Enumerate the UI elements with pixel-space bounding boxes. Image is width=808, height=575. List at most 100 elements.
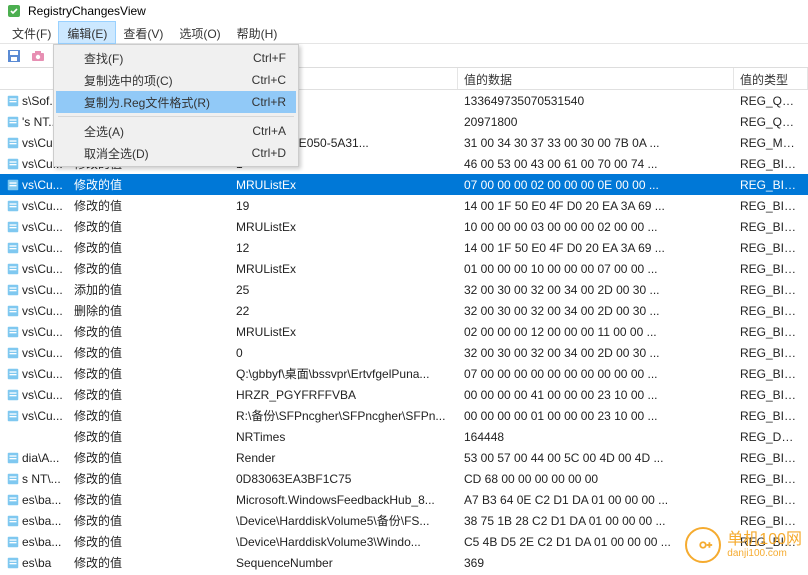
table-row[interactable]: vs\Cu...修改的值MRUListEx10 00 00 00 03 00 0… xyxy=(0,216,808,237)
cell-data: 46 00 53 00 43 00 61 00 70 00 74 ... xyxy=(458,157,734,171)
cell-path: es\ba... xyxy=(0,493,68,507)
save-icon[interactable] xyxy=(4,46,24,66)
cell-type: REG_BINARY xyxy=(734,199,808,213)
cell-name: SequenceNumber xyxy=(230,556,458,570)
cell-change: 修改的值 xyxy=(68,407,230,424)
menu-edit[interactable]: 编辑(E) xyxy=(59,22,115,43)
cell-type: REG_BINARY xyxy=(734,325,808,339)
table-row[interactable]: vs\Cu...修改的值Q:\gbbyf\桌面\bssvpr\ErtvfgelP… xyxy=(0,363,808,384)
cell-change: 修改的值 xyxy=(68,491,230,508)
cell-path: vs\Cu... xyxy=(0,283,68,297)
cell-path: vs\Cu... xyxy=(0,178,68,192)
cell-type: REG_BINARY xyxy=(734,304,808,318)
table-row[interactable]: vs\Cu...修改的值032 00 30 00 32 00 34 00 2D … xyxy=(0,342,808,363)
cell-change: 修改的值 xyxy=(68,386,230,403)
menu-view[interactable]: 查看(V) xyxy=(115,22,171,43)
watermark: 单机100网 danji100.com xyxy=(685,527,802,563)
cell-data: 07 00 00 00 02 00 00 00 0E 00 00 ... xyxy=(458,178,734,192)
cell-data: 20971800 xyxy=(458,115,734,129)
table-row[interactable]: vs\Cu...修改的值HRZR_PGYFRFFVBA00 00 00 00 4… xyxy=(0,384,808,405)
cell-path: dia\A... xyxy=(0,451,68,465)
cell-path: vs\Cu... xyxy=(0,367,68,381)
cell-path: vs\Cu... xyxy=(0,346,68,360)
cell-data: 31 00 34 30 37 33 00 30 00 7B 0A ... xyxy=(458,136,734,150)
table-row[interactable]: vs\Cu...修改的值1214 00 1F 50 E0 4F D0 20 EA… xyxy=(0,237,808,258)
cell-data: 38 75 1B 28 C2 D1 DA 01 00 00 00 ... xyxy=(458,514,734,528)
cell-data: 32 00 30 00 32 00 34 00 2D 00 30 ... xyxy=(458,283,734,297)
cell-path: s NT\... xyxy=(0,472,68,486)
cell-change: 修改的值 xyxy=(68,197,230,214)
menu-copy-as-reg[interactable]: 复制为.Reg文件格式(R) Ctrl+R xyxy=(56,91,296,113)
cell-data: 14 00 1F 50 E0 4F D0 20 EA 3A 69 ... xyxy=(458,199,734,213)
menu-find[interactable]: 查找(F) Ctrl+F xyxy=(56,47,296,69)
table-row[interactable]: vs\Cu...修改的值MRUListEx01 00 00 00 10 00 0… xyxy=(0,258,808,279)
cell-path: vs\Cu... xyxy=(0,325,68,339)
cell-type: REG_BINARY xyxy=(734,451,808,465)
titlebar: RegistryChangesView xyxy=(0,0,808,22)
cell-type: REG_BINARY xyxy=(734,472,808,486)
cell-path: vs\Cu... xyxy=(0,409,68,423)
app-title: RegistryChangesView xyxy=(28,4,146,18)
cell-name: NRTimes xyxy=(230,430,458,444)
table-row[interactable]: vs\Cu...修改的值MRUListEx02 00 00 00 12 00 0… xyxy=(0,321,808,342)
cell-data: CD 68 00 00 00 00 00 00 xyxy=(458,472,734,486)
cell-type: REG_BINARY xyxy=(734,346,808,360)
cell-name: Microsoft.WindowsFeedbackHub_8... xyxy=(230,493,458,507)
cell-type: REG_BINARY xyxy=(734,178,808,192)
cell-change: 修改的值 xyxy=(68,218,230,235)
cell-name: 25 xyxy=(230,283,458,297)
cell-path: vs\Cu... xyxy=(0,241,68,255)
table-row[interactable]: 修改的值NRTimes164448REG_DWORD xyxy=(0,426,808,447)
cell-type: REG_BINARY xyxy=(734,367,808,381)
cell-name: MRUListEx xyxy=(230,262,458,276)
cell-change: 修改的值 xyxy=(68,323,230,340)
menu-copy-selected[interactable]: 复制选中的项(C) Ctrl+C xyxy=(56,69,296,91)
watermark-text: 单机100网 danji100.com xyxy=(727,531,802,560)
cell-data: 164448 xyxy=(458,430,734,444)
cell-name: 22 xyxy=(230,304,458,318)
watermark-icon xyxy=(685,527,721,563)
cell-name: \Device\HarddiskVolume3\Windo... xyxy=(230,535,458,549)
cell-change: 修改的值 xyxy=(68,176,230,193)
cell-change: 修改的值 xyxy=(68,260,230,277)
cell-data: 32 00 30 00 32 00 34 00 2D 00 30 ... xyxy=(458,304,734,318)
menu-deselect-all[interactable]: 取消全选(D) Ctrl+D xyxy=(56,142,296,164)
table-row[interactable]: es\ba...修改的值Microsoft.WindowsFeedbackHub… xyxy=(0,489,808,510)
cell-data: 14 00 1F 50 E0 4F D0 20 EA 3A 69 ... xyxy=(458,241,734,255)
header-data[interactable]: 值的数据 xyxy=(458,68,734,89)
table-row[interactable]: s NT\...修改的值0D83063EA3BF1C75CD 68 00 00 … xyxy=(0,468,808,489)
cell-type: REG_QWORD xyxy=(734,115,808,129)
cell-type: REG_MULTI_SZ xyxy=(734,136,808,150)
cell-type: REG_BINARY xyxy=(734,514,808,528)
cell-data: 00 00 00 00 01 00 00 00 23 10 00 ... xyxy=(458,409,734,423)
cell-type: REG_BINARY xyxy=(734,157,808,171)
table-row[interactable]: vs\Cu...修改的值1914 00 1F 50 E0 4F D0 20 EA… xyxy=(0,195,808,216)
cell-change: 修改的值 xyxy=(68,533,230,550)
cell-change: 修改的值 xyxy=(68,365,230,382)
cell-path: es\ba... xyxy=(0,514,68,528)
cell-name: 19 xyxy=(230,199,458,213)
edit-dropdown: 查找(F) Ctrl+F 复制选中的项(C) Ctrl+C 复制为.Reg文件格… xyxy=(53,44,299,167)
cell-name: Q:\gbbyf\桌面\bssvpr\ErtvfgelPuna... xyxy=(230,365,458,382)
table-row[interactable]: dia\A...修改的值Render53 00 57 00 44 00 5C 0… xyxy=(0,447,808,468)
menu-file[interactable]: 文件(F) xyxy=(4,22,59,43)
cell-change: 修改的值 xyxy=(68,554,230,571)
cell-type: REG_BINARY xyxy=(734,241,808,255)
table-row[interactable]: vs\Cu...删除的值2232 00 30 00 32 00 34 00 2D… xyxy=(0,300,808,321)
menu-select-all[interactable]: 全选(A) Ctrl+A xyxy=(56,120,296,142)
cell-data: 53 00 57 00 44 00 5C 00 4D 00 4D ... xyxy=(458,451,734,465)
cell-change: 修改的值 xyxy=(68,449,230,466)
cell-data: 133649735070531540 xyxy=(458,94,734,108)
cell-path: es\ba... xyxy=(0,535,68,549)
cell-change: 修改的值 xyxy=(68,239,230,256)
menubar: 文件(F) 编辑(E) 查看(V) 选项(O) 帮助(H) xyxy=(0,22,808,44)
header-type[interactable]: 值的类型 xyxy=(734,68,808,89)
table-row[interactable]: vs\Cu...修改的值MRUListEx07 00 00 00 02 00 0… xyxy=(0,174,808,195)
table-row[interactable]: vs\Cu...修改的值R:\备份\SFPncgher\SFPncgher\SF… xyxy=(0,405,808,426)
table-row[interactable]: vs\Cu...添加的值2532 00 30 00 32 00 34 00 2D… xyxy=(0,279,808,300)
snapshot-icon[interactable] xyxy=(28,46,48,66)
menu-help[interactable]: 帮助(H) xyxy=(229,22,286,43)
cell-type: REG_BINARY xyxy=(734,409,808,423)
cell-type: REG_BINARY xyxy=(734,283,808,297)
menu-options[interactable]: 选项(O) xyxy=(171,22,228,43)
